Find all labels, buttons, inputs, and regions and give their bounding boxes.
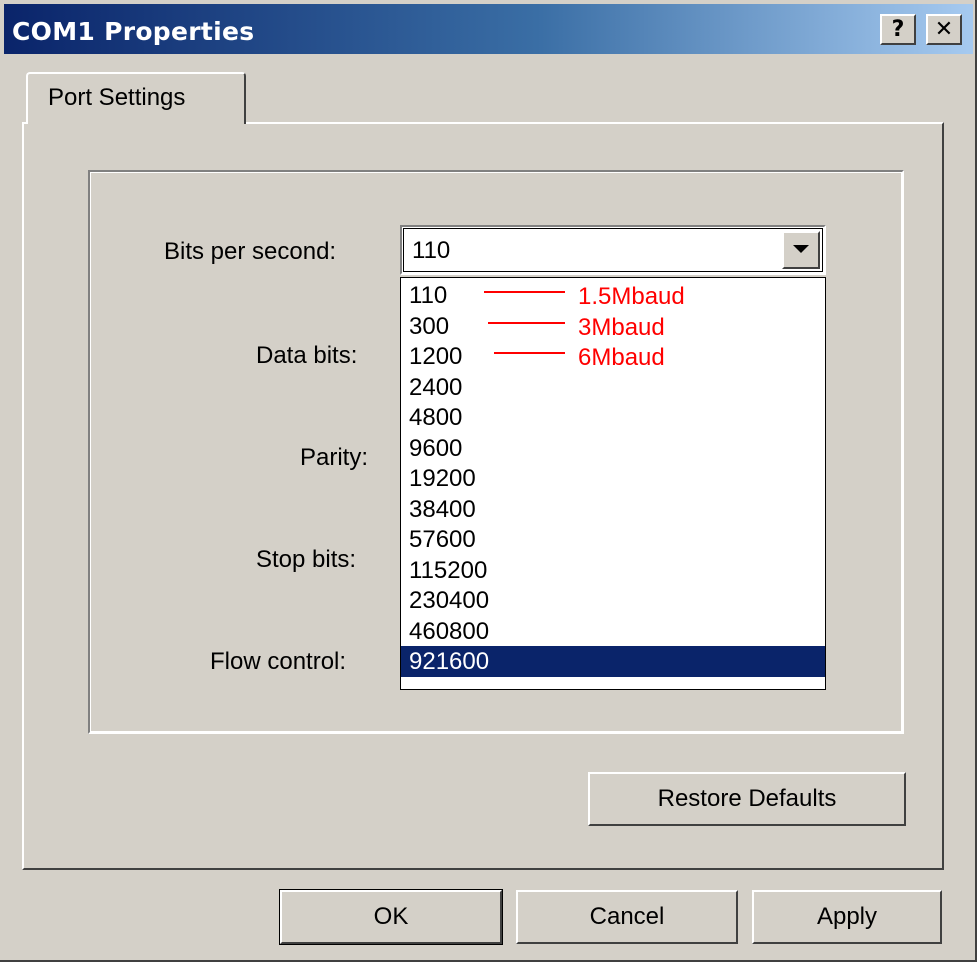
tab-port-settings-label: Port Settings bbox=[48, 84, 186, 111]
title-bar[interactable]: COM1 Properties ? ✕ bbox=[4, 4, 973, 54]
close-icon: ✕ bbox=[934, 17, 954, 42]
dropdown-option[interactable]: 19200 bbox=[401, 463, 825, 494]
annotation-label: 6Mbaud bbox=[578, 344, 665, 372]
ok-button[interactable]: OK bbox=[279, 889, 503, 945]
dropdown-option[interactable]: 460800 bbox=[401, 616, 825, 647]
help-button[interactable]: ? bbox=[880, 14, 916, 45]
bits-per-second-label: Bits per second: bbox=[164, 238, 337, 265]
restore-defaults-button[interactable]: Restore Defaults bbox=[588, 772, 906, 826]
close-button[interactable]: ✕ bbox=[926, 14, 962, 45]
stop-bits-label: Stop bits: bbox=[256, 546, 357, 573]
annotation-line bbox=[494, 352, 565, 355]
annotation-label: 1.5Mbaud bbox=[578, 283, 685, 311]
dropdown-option[interactable]: 38400 bbox=[401, 494, 825, 525]
dropdown-option[interactable]: 57600 bbox=[401, 524, 825, 555]
bits-per-second-combo[interactable]: 110 bbox=[400, 225, 826, 275]
window-title: COM1 Properties bbox=[12, 17, 255, 46]
cancel-button[interactable]: Cancel bbox=[516, 890, 738, 944]
parity-label: Parity: bbox=[300, 444, 369, 471]
annotation-line bbox=[484, 291, 565, 294]
dropdown-option[interactable]: 2400 bbox=[401, 372, 825, 403]
com1-properties-dialog: COM1 Properties ? ✕ Port Settings Bits p… bbox=[0, 0, 977, 962]
dropdown-option[interactable]: 230400 bbox=[401, 585, 825, 616]
dropdown-option[interactable]: 4800 bbox=[401, 402, 825, 433]
data-bits-label: Data bits: bbox=[256, 342, 358, 369]
annotation-line bbox=[488, 321, 565, 324]
chevron-down-icon[interactable] bbox=[782, 231, 820, 269]
dropdown-option[interactable]: 921600 bbox=[401, 646, 825, 677]
annotation-label: 3Mbaud bbox=[578, 313, 665, 341]
dropdown-option[interactable]: 115200 bbox=[401, 555, 825, 586]
apply-button[interactable]: Apply bbox=[752, 890, 942, 944]
dropdown-option[interactable]: 9600 bbox=[401, 433, 825, 464]
tab-port-settings[interactable]: Port Settings bbox=[26, 72, 246, 124]
bits-per-second-value: 110 bbox=[412, 237, 451, 264]
help-icon: ? bbox=[891, 17, 905, 42]
flow-control-label: Flow control: bbox=[210, 648, 347, 675]
